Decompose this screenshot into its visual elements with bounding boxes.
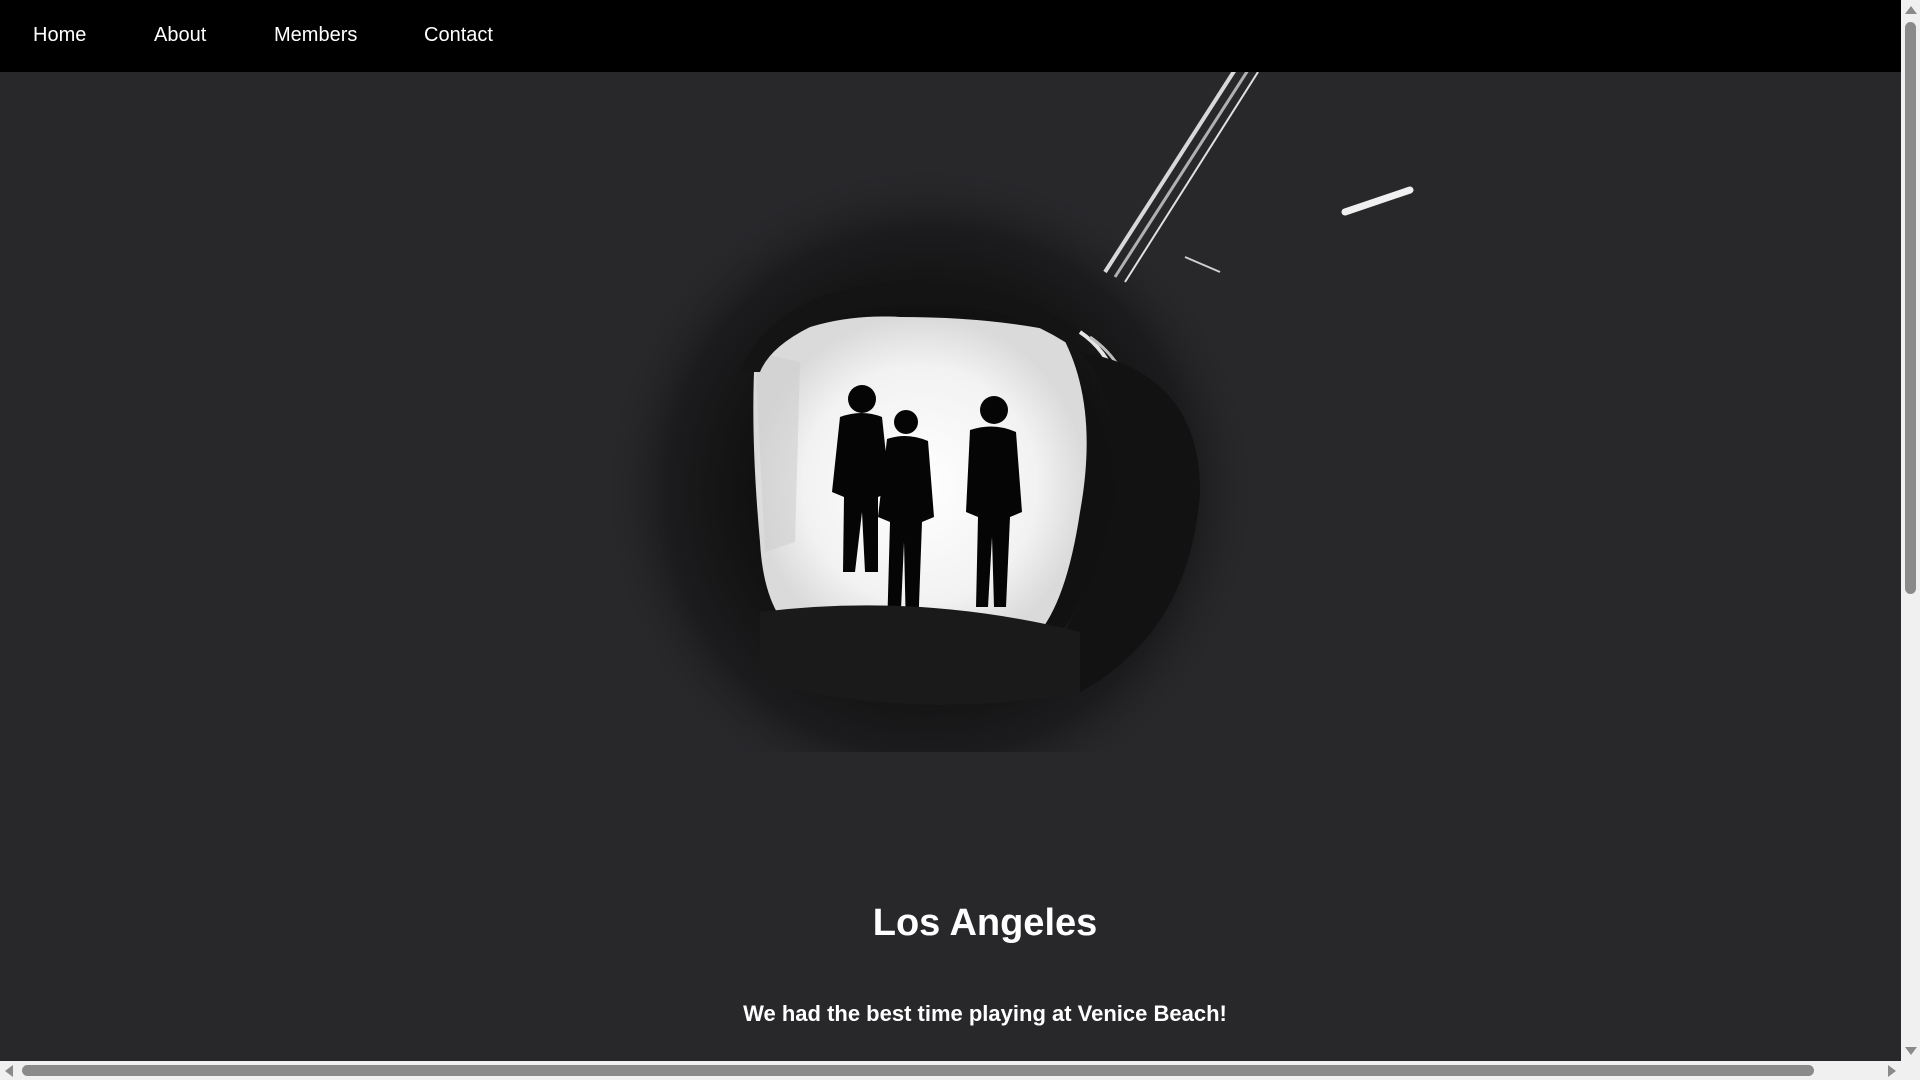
nav-contact-link[interactable]: Contact (424, 24, 493, 47)
scrollbar-corner (1901, 1061, 1920, 1080)
scroll-up-arrow-icon[interactable] (1905, 6, 1917, 14)
nav-about-link[interactable]: About (154, 24, 206, 47)
scroll-left-arrow-icon[interactable] (5, 1065, 13, 1077)
vertical-scroll-thumb[interactable] (1905, 22, 1916, 594)
vertical-scrollbar[interactable] (1901, 0, 1920, 1061)
page: Home About Members Contact Los Angeles W… (0, 0, 1920, 1080)
main-content: Los Angeles We had the best time playing… (0, 72, 1901, 1061)
horizontal-scrollbar[interactable] (0, 1061, 1901, 1080)
nav-home-link[interactable]: Home (33, 24, 86, 47)
scroll-right-arrow-icon[interactable] (1888, 1065, 1896, 1077)
page-subtitle: We had the best time playing at Venice B… (743, 1001, 1227, 1026)
page-title: Los Angeles (872, 902, 1098, 944)
horizontal-scroll-thumb[interactable] (22, 1065, 1814, 1076)
nav-members-link[interactable]: Members (274, 24, 357, 47)
hero-image (600, 72, 1414, 752)
top-navbar: Home About Members Contact (0, 0, 1901, 72)
scroll-down-arrow-icon[interactable] (1905, 1047, 1917, 1055)
